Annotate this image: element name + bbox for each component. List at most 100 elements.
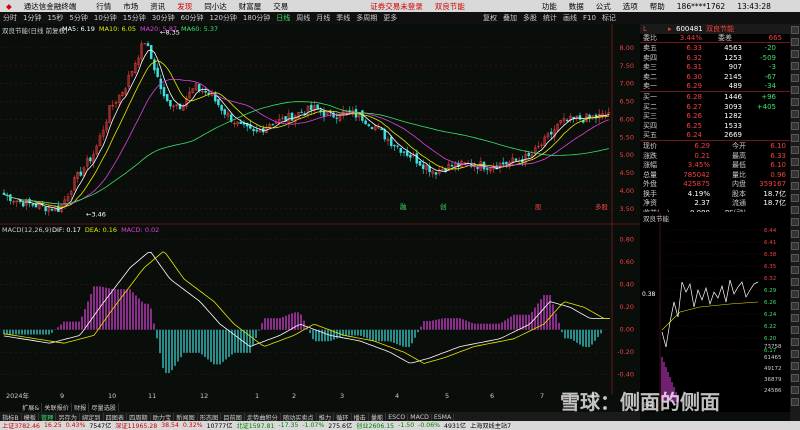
chart-tool-button[interactable]: 复权 [480, 13, 500, 23]
period-tab[interactable]: 季线 [333, 13, 353, 23]
menu-item[interactable]: 同小达 [198, 1, 233, 12]
period-tab[interactable]: 分时 [0, 13, 20, 23]
intraday-mini-chart[interactable]: 6.44 6.41 6.38 6.35 6.32 6.29 6.26 6.24 6.22 6.20… [640, 212, 790, 412]
login-notice[interactable]: 证券交易未登录 [364, 1, 429, 12]
quote-tag: L [643, 24, 647, 33]
side-button[interactable] [791, 158, 799, 166]
chart-tool-button[interactable]: F10 [580, 14, 599, 22]
side-button[interactable] [791, 110, 799, 118]
quote-row[interactable]: 买二 6.27 3093 +405 [640, 102, 790, 112]
side-button[interactable] [791, 182, 799, 190]
quote-row[interactable]: 卖四 6.32 1253 -509 [640, 53, 790, 63]
period-tab[interactable]: 月线 [313, 13, 333, 23]
side-button[interactable] [791, 350, 799, 358]
menu-item[interactable]: 发现 [171, 1, 198, 12]
side-button[interactable] [791, 50, 799, 58]
menu-item[interactable]: 帮助 [644, 1, 671, 12]
side-button[interactable] [791, 206, 799, 214]
menu-item[interactable]: 选项 [617, 1, 644, 12]
candle-body [79, 171, 83, 176]
period-tab[interactable]: 更多 [380, 13, 400, 23]
chart-tool-button[interactable]: 统计 [540, 13, 560, 23]
period-tab[interactable]: 1分钟 [20, 13, 44, 23]
chart-tool-button[interactable]: 多股 [520, 13, 540, 23]
sub-tab[interactable]: 关联报价 [42, 403, 72, 412]
candle-body [271, 124, 275, 126]
quote-row[interactable]: 买三 6.26 1282 [640, 111, 790, 121]
period-tab[interactable]: 10分钟 [91, 13, 120, 23]
side-button[interactable] [791, 194, 799, 202]
menu-bar: ◆ 通达信金融终端 行情 市场 资讯 发现 同小达 财富屋 交易 证券交易未登录 双良节能 … [0, 0, 800, 12]
quote-row[interactable]: 卖三 6.31 907 -3 [640, 62, 790, 72]
quote-row[interactable]: 卖五 6.33 4563 -20 [640, 43, 790, 53]
weibi-value: 3.44% [679, 33, 702, 42]
quote-row[interactable]: 买四 6.25 1533 [640, 121, 790, 131]
indicator-tab[interactable]: MACD [408, 413, 432, 421]
sub-tab[interactable]: 扩展& [20, 403, 43, 412]
side-button[interactable] [791, 242, 799, 250]
period-tab[interactable]: 日线 [273, 13, 293, 23]
side-button[interactable] [791, 62, 799, 70]
side-button[interactable] [791, 266, 799, 274]
side-button[interactable] [791, 362, 799, 370]
quote-row[interactable]: 卖二 6.30 2145 -67 [640, 72, 790, 82]
side-button[interactable] [791, 290, 799, 298]
side-button[interactable] [791, 374, 799, 382]
notice-stock[interactable]: 双良节能 [429, 1, 471, 12]
menu-item[interactable]: 市场 [117, 1, 144, 12]
stat-label: 涨跌 [643, 151, 657, 160]
indicator-tab[interactable]: ESCO [386, 413, 409, 421]
sub-tab[interactable]: 财报 [72, 403, 90, 412]
period-tab[interactable]: 15秒 [44, 13, 66, 23]
date-tick: 4 [395, 392, 399, 400]
menu-item[interactable]: 交易 [267, 1, 294, 12]
quote-row[interactable]: 买一 6.28 1446 +96 [640, 92, 790, 102]
side-button[interactable] [791, 146, 799, 154]
side-button[interactable] [791, 122, 799, 130]
kline-chart[interactable]: 8.00 7.50 7.00 6.50 6.00 5.50 5.00 4.50 4.00 3.50… [0, 24, 640, 412]
period-tab[interactable]: 5分钟 [66, 13, 90, 23]
side-button[interactable] [791, 398, 799, 406]
side-button[interactable] [791, 74, 799, 82]
side-button[interactable] [791, 26, 799, 34]
period-tab[interactable]: 15分钟 [120, 13, 149, 23]
side-button[interactable] [791, 386, 799, 394]
index-quote: 4931亿 [444, 423, 466, 430]
side-button[interactable] [791, 218, 799, 226]
indicator-tab[interactable]: ESMA [432, 413, 455, 421]
side-button[interactable] [791, 302, 799, 310]
period-tab[interactable]: 30分钟 [149, 13, 178, 23]
side-button[interactable] [791, 86, 799, 94]
sub-tab[interactable]: 尽量选股 [89, 403, 120, 412]
chart-tool-button[interactable]: 画线 [560, 13, 580, 23]
menu-item[interactable]: 数据 [563, 1, 590, 12]
period-tab[interactable]: 180分钟 [240, 13, 273, 23]
side-button[interactable] [791, 98, 799, 106]
side-button[interactable] [791, 134, 799, 142]
side-button[interactable] [791, 230, 799, 238]
quote-row[interactable]: 卖一 6.29 489 -34 [640, 82, 790, 92]
side-button[interactable] [791, 338, 799, 346]
index-quote: -17.35 [278, 422, 299, 429]
price-tick: 4.50 [620, 169, 634, 177]
side-button[interactable] [791, 170, 799, 178]
menu-item[interactable]: 功能 [536, 1, 563, 12]
stat-value: 359167 [759, 180, 786, 189]
period-tab[interactable]: 120分钟 [207, 13, 240, 23]
side-button[interactable] [791, 278, 799, 286]
chart-tool-button[interactable]: 叠加 [500, 13, 520, 23]
chart-tool-button[interactable]: 标记 [599, 13, 619, 23]
menu-item[interactable]: 公式 [590, 1, 617, 12]
period-tab[interactable]: 多周期 [353, 13, 380, 23]
chart-title: 双良节能(日线 前复权) [2, 27, 68, 35]
menu-item[interactable]: 行情 [90, 1, 117, 12]
side-button[interactable] [791, 254, 799, 262]
menu-item[interactable]: 财富屋 [233, 1, 268, 12]
side-button[interactable] [791, 326, 799, 334]
quote-row[interactable]: 买五 6.24 2669 [640, 131, 790, 141]
period-tab[interactable]: 60分钟 [178, 13, 207, 23]
menu-item[interactable]: 资讯 [144, 1, 171, 12]
side-button[interactable] [791, 314, 799, 322]
period-tab[interactable]: 周线 [293, 13, 313, 23]
side-button[interactable] [791, 38, 799, 46]
